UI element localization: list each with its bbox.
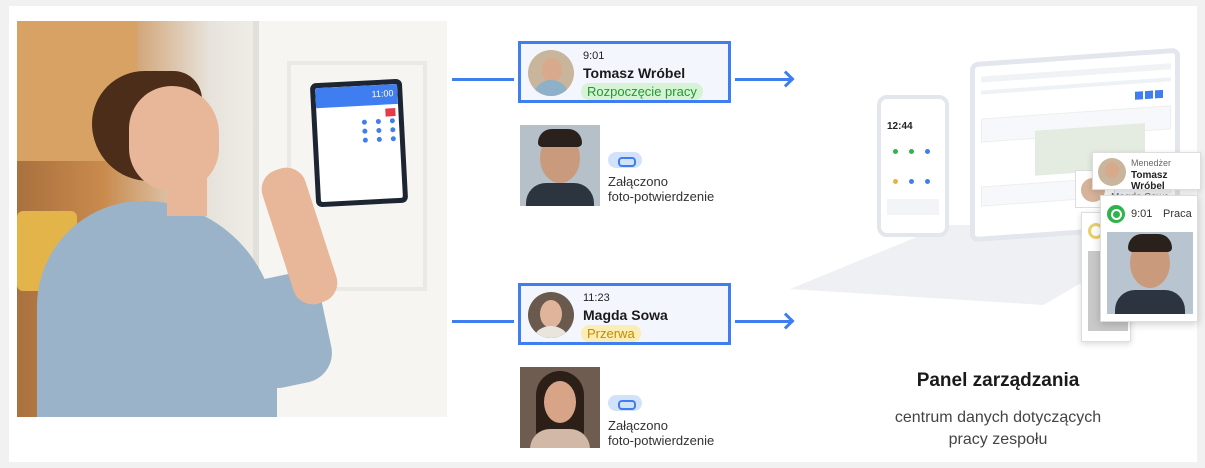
woman-tablet-photo: 11:00 <box>17 21 447 417</box>
tablet-time: 11:00 <box>315 83 399 109</box>
attachment-icon <box>608 152 642 168</box>
phone-clock: 12:44 <box>887 121 913 132</box>
attachment-label: Załączono foto-potwierdzenie <box>608 418 715 448</box>
status-badge: Przerwa <box>581 325 641 342</box>
break-card-magda: 11:23 Magda Sowa Przerwa <box>518 283 731 345</box>
card-time: 9:01 <box>583 50 605 62</box>
clock-in-card-tomasz: 9:01 Tomasz Wróbel Rozpoczęcie pracy <box>518 41 731 103</box>
avatar <box>528 292 574 338</box>
attachment-label: Załączono foto-potwierdzenie <box>608 174 715 204</box>
work-entry-card: 9:01 Praca <box>1100 195 1198 322</box>
arrow-line-bottom-left <box>452 320 514 323</box>
avatar <box>1098 158 1126 186</box>
photo-confirmation-tomasz <box>520 125 600 206</box>
card-time: 11:23 <box>583 292 610 304</box>
photo-confirmation-magda <box>520 367 600 448</box>
arrow-line-top-left <box>452 78 514 81</box>
attachment-icon <box>608 395 642 411</box>
phone-app: 12:44 <box>877 95 949 237</box>
work-photo <box>1107 232 1193 314</box>
work-time: 9:01 <box>1131 208 1153 220</box>
manager-role: Menedżer <box>1131 158 1172 168</box>
manager-name: Tomasz Wróbel <box>1131 170 1168 192</box>
work-label: Praca <box>1163 208 1192 220</box>
clock-icon <box>1107 205 1125 223</box>
wall-tablet: 11:00 <box>309 78 409 208</box>
panel-subtitle: centrum danych dotyczących pracy zespołu <box>894 409 1102 448</box>
status-badge: Rozpoczęcie pracy <box>581 83 703 100</box>
card-name: Tomasz Wróbel <box>583 65 686 81</box>
card-name: Magda Sowa <box>583 307 668 323</box>
panel-title: Panel zarządzania <box>916 370 1080 391</box>
avatar <box>528 50 574 96</box>
manager-card: Menedżer Tomasz Wróbel <box>1092 152 1201 192</box>
